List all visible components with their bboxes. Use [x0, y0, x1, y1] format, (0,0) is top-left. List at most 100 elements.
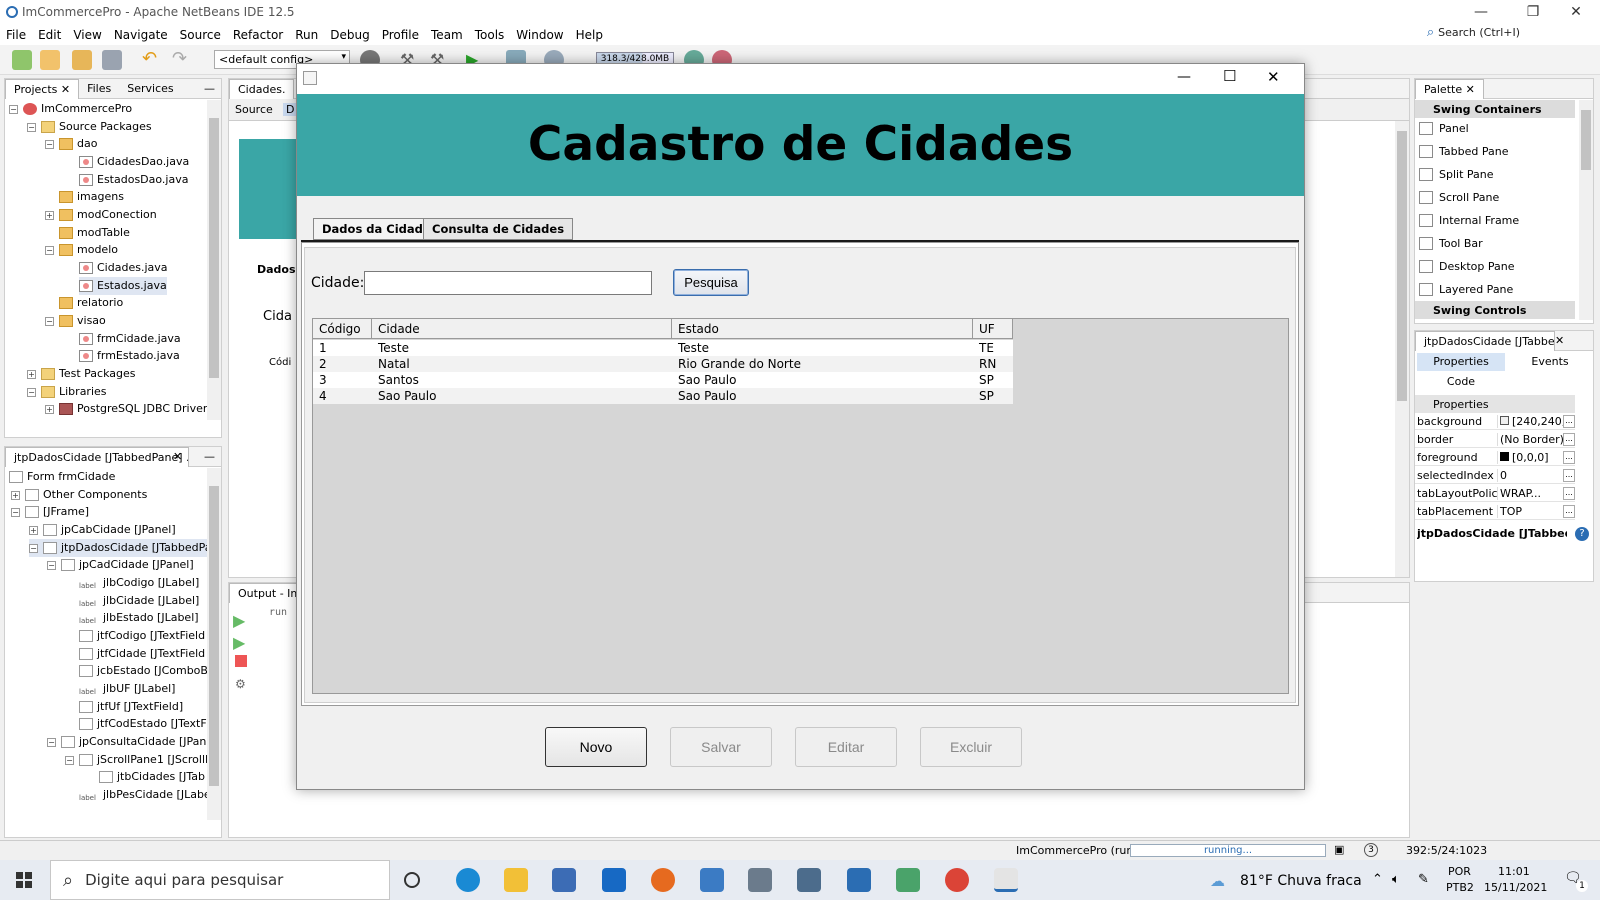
virtualbox-icon[interactable] [847, 868, 871, 892]
ellipsis-button[interactable]: ... [1563, 486, 1575, 500]
city-search-input[interactable] [364, 271, 652, 295]
tree-item[interactable]: label jlbEstado [JLabel] [79, 609, 199, 627]
menu-file[interactable]: File [6, 28, 26, 42]
menu-edit[interactable]: Edit [38, 28, 61, 42]
edge-icon[interactable] [456, 868, 480, 892]
collapse-icon[interactable]: − [27, 122, 36, 132]
lang-code[interactable]: POR [1448, 865, 1471, 878]
projects-scrollbar[interactable] [207, 100, 221, 420]
salvar-button[interactable]: Salvar [670, 727, 772, 767]
progress-bar[interactable]: running... [1130, 844, 1326, 857]
property-value[interactable]: TOP [1497, 504, 1563, 518]
collapse-icon[interactable]: − [45, 139, 54, 149]
tree-item-library[interactable]: + PostgreSQL JDBC Driver [45, 400, 207, 418]
property-value[interactable]: [240,240, [1497, 414, 1563, 428]
tree-item-package[interactable]: − modelo [45, 241, 118, 259]
tree-item[interactable]: label jlbCidade [JLabel] [79, 592, 199, 610]
palette-section-containers[interactable]: Swing Containers [1415, 100, 1575, 118]
tree-item[interactable]: + jpCabCidade [JPanel] [29, 521, 176, 539]
tab-dados-da-cidade[interactable]: Dados da Cidade [313, 218, 440, 240]
tree-item-package[interactable]: − visao [45, 312, 106, 330]
column-header-cidade[interactable]: Cidade [372, 319, 672, 339]
property-row[interactable]: tabPlacement TOP... [1415, 503, 1575, 520]
close-icon[interactable]: ✕ [173, 450, 182, 463]
collapse-icon[interactable]: − [65, 755, 74, 765]
property-row[interactable]: tabLayoutPolicy WRAP...... [1415, 485, 1575, 502]
taskbar-search[interactable]: ⌕ Digite aqui para pesquisar [50, 860, 390, 900]
mail-icon[interactable] [602, 868, 626, 892]
rerun-params-icon[interactable]: ▶ [233, 633, 245, 652]
tree-item[interactable]: − jpConsultaCidade [JPane [47, 733, 213, 751]
tab-properties[interactable]: Properties [1417, 353, 1505, 371]
editar-button[interactable]: Editar [795, 727, 897, 767]
clock-date[interactable]: 15/11/2021 [1484, 881, 1547, 894]
pesquisa-button[interactable]: Pesquisa [673, 269, 749, 296]
menu-debug[interactable]: Debug [330, 28, 369, 42]
weather-text[interactable]: 81°F Chuva fraca [1240, 873, 1362, 889]
lang-layout[interactable]: PTB2 [1446, 881, 1474, 894]
tree-item-source-packages[interactable]: − Source Packages [27, 118, 152, 136]
tree-item-file[interactable]: frmEstado.java [79, 347, 180, 365]
properties-section[interactable]: Properties [1415, 395, 1575, 413]
app-icon[interactable] [700, 868, 724, 892]
property-row[interactable]: selectedIndex 0... [1415, 467, 1575, 484]
tab-files[interactable]: Files [79, 79, 119, 99]
collapse-icon[interactable]: − [45, 316, 54, 326]
tree-item-file[interactable]: frmCidade.java [79, 330, 181, 348]
tree-item-package[interactable]: + modConection [45, 206, 157, 224]
tree-item[interactable]: − jScrollPane1 [JScrollP [65, 751, 212, 769]
java-task-icon[interactable] [994, 868, 1018, 892]
collapse-icon[interactable]: − [9, 104, 18, 114]
scroll-thumb[interactable] [1581, 110, 1591, 170]
settings-icon[interactable]: ⚙ [235, 677, 246, 691]
undo-icon[interactable]: ↶ [142, 50, 162, 70]
tree-item[interactable]: jcbEstado [JComboBo [79, 662, 215, 680]
tree-item[interactable]: + Other Components [11, 486, 147, 504]
file-explorer-icon[interactable] [504, 868, 528, 892]
menu-navigate[interactable]: Navigate [114, 28, 168, 42]
windows-start-icon[interactable] [16, 872, 32, 888]
minimize-panel-icon[interactable]: — [204, 82, 215, 95]
volume-icon[interactable]: 🔈︎ [1392, 872, 1400, 887]
scroll-thumb[interactable] [209, 486, 219, 786]
expand-icon[interactable]: + [29, 525, 38, 535]
table-row[interactable]: 3 Santos Sao Paulo SP [313, 372, 1013, 388]
ellipsis-button[interactable]: ... [1563, 432, 1575, 446]
navigator-scrollbar[interactable] [207, 468, 221, 820]
tab-navigator[interactable]: jtpDadosCidade [JTabbedPane] ... [5, 446, 189, 467]
collapse-icon[interactable]: − [29, 543, 38, 553]
tab-services[interactable]: Services [119, 79, 181, 99]
form-maximize-button[interactable]: ☐ [1223, 67, 1236, 85]
rerun-icon[interactable]: ▶ [233, 611, 245, 630]
menu-source[interactable]: Source [180, 28, 221, 42]
ide-search[interactable]: ⌕ Search (Ctrl+I) [1427, 25, 1520, 40]
property-value[interactable]: 0 [1497, 468, 1563, 482]
tab-projects[interactable]: Projects ✕ [5, 78, 80, 99]
tree-item[interactable]: jtfCodigo [JTextField [79, 627, 205, 645]
expand-icon[interactable]: + [11, 490, 20, 500]
tab-events[interactable]: Events [1509, 353, 1591, 371]
menu-team[interactable]: Team [431, 28, 463, 42]
postgres-icon[interactable] [797, 868, 821, 892]
stop-icon[interactable] [235, 655, 247, 667]
column-header-estado[interactable]: Estado [672, 319, 973, 339]
source-view-button[interactable]: Source [235, 103, 273, 116]
editor-tab-cidades[interactable]: Cidades. [229, 78, 295, 99]
property-value[interactable]: WRAP... [1497, 486, 1563, 500]
palette-section-controls[interactable]: Swing Controls [1415, 301, 1575, 319]
table-row[interactable]: 1 Teste Teste TE [313, 340, 1013, 356]
tree-item-libraries[interactable]: − Libraries [27, 383, 107, 401]
collapse-icon[interactable]: − [45, 245, 54, 255]
tree-item[interactable]: jtbCidades [JTab [99, 768, 205, 786]
close-icon[interactable]: ✕ [1466, 83, 1475, 96]
property-value[interactable]: (No Border) [1497, 432, 1563, 446]
redo-icon[interactable]: ↷ [172, 50, 192, 70]
palette-item[interactable]: Layered Pane [1419, 278, 1513, 300]
tree-item-dao[interactable]: − dao [45, 135, 97, 153]
collapse-icon[interactable]: − [27, 387, 36, 397]
menu-tools[interactable]: Tools [475, 28, 505, 42]
tree-item-package[interactable]: relatorio [59, 294, 123, 312]
weather-icon[interactable]: ☁ [1210, 872, 1225, 890]
tree-item[interactable]: label jlbUF [JLabel] [79, 680, 175, 698]
menu-run[interactable]: Run [295, 28, 318, 42]
